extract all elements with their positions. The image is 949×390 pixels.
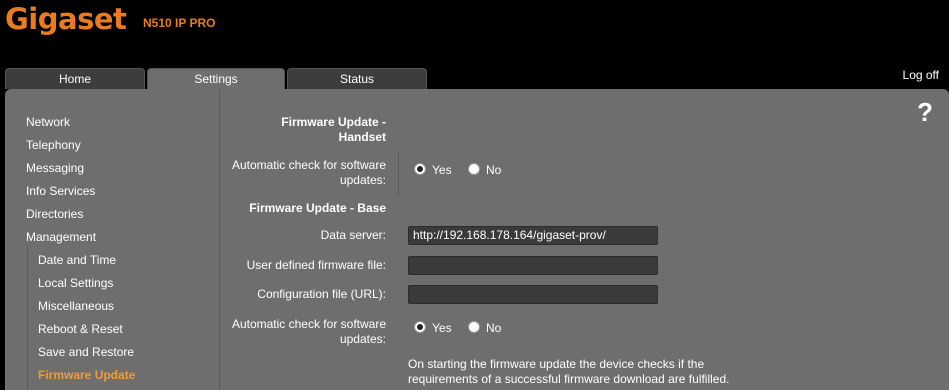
data-server-label: Data server: [320,228,386,242]
settings-panel: ? Network Telephony Messaging Info Servi… [5,89,949,390]
handset-auto-check-no-radio[interactable] [468,163,480,175]
gigaset-logo: Gigaset [5,2,127,36]
base-auto-check-no-label[interactable]: No [486,321,501,335]
base-auto-check-no-radio[interactable] [468,321,480,333]
handset-section-heading: Firmware Update - Handset [281,115,386,144]
submenu-divider [27,247,28,390]
sidebar-item-reboot-reset[interactable]: Reboot & Reset [38,322,123,336]
handset-auto-check-label: Automatic check for software updates: [231,158,386,187]
tab-status[interactable]: Status [287,68,427,89]
sidebar-item-network[interactable]: Network [26,115,70,129]
model-name: N510 IP PRO [143,16,216,30]
firmware-update-note: On starting the firmware update the devi… [408,357,730,386]
base-auto-check-label: Automatic check for software updates: [231,317,386,346]
user-firmware-label: User defined firmware file: [246,258,386,272]
sidebar-item-local-settings[interactable]: Local Settings [38,276,113,290]
sidebar: Network Telephony Messaging Info Service… [5,89,220,390]
user-firmware-input[interactable] [408,256,658,275]
sidebar-item-firmware-update[interactable]: Firmware Update [38,368,135,382]
sidebar-item-messaging[interactable]: Messaging [26,161,84,175]
base-auto-check-yes-radio[interactable] [414,321,426,333]
sidebar-item-management[interactable]: Management [26,230,96,244]
sidebar-item-save-restore[interactable]: Save and Restore [38,345,134,359]
logoff-link[interactable]: Log off [903,68,939,82]
firmware-form: Firmware Update - Handset Automatic chec… [220,89,949,390]
sidebar-item-info-services[interactable]: Info Services [26,184,95,198]
handset-auto-check-yes-radio[interactable] [414,163,426,175]
base-section-heading: Firmware Update - Base [249,201,386,215]
sidebar-item-date-time[interactable]: Date and Time [38,253,116,267]
data-server-input[interactable]: http://192.168.178.164/gigaset-prov/ [408,226,658,245]
sidebar-item-telephony[interactable]: Telephony [26,138,81,152]
row-divider [398,151,399,195]
base-auto-check-yes-label[interactable]: Yes [432,321,452,335]
handset-auto-check-yes-label[interactable]: Yes [432,163,452,177]
tab-home[interactable]: Home [5,68,145,89]
config-file-label: Configuration file (URL): [257,287,386,301]
handset-auto-check-no-label[interactable]: No [486,163,501,177]
config-file-input[interactable] [408,285,658,304]
sidebar-item-miscellaneous[interactable]: Miscellaneous [38,299,114,313]
tab-settings[interactable]: Settings [147,68,285,90]
sidebar-item-directories[interactable]: Directories [26,207,83,221]
